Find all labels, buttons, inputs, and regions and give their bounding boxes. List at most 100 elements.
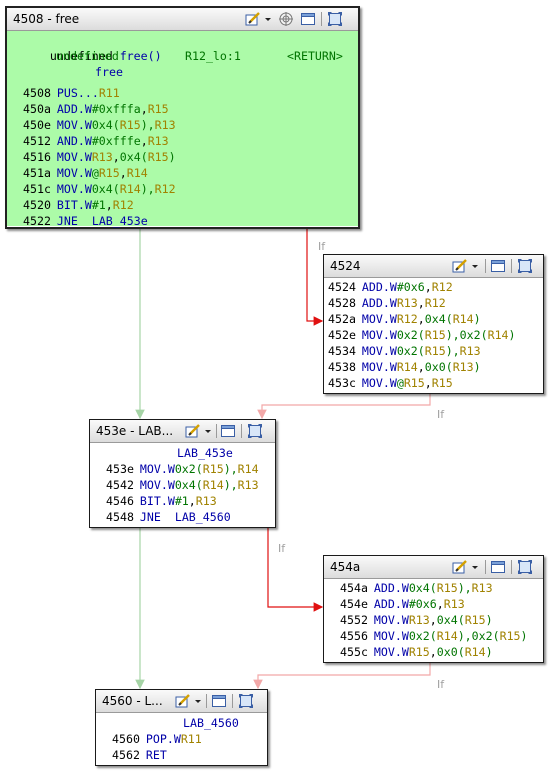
instruction-row[interactable]: 4528 ADD.WR13,R12 bbox=[328, 295, 446, 311]
block-header[interactable]: 4508 - free bbox=[7, 8, 358, 31]
operand-register[interactable]: R15 bbox=[425, 344, 446, 358]
operand-register[interactable]: R13 bbox=[92, 150, 113, 164]
operand-scalar[interactable]: 0x2( bbox=[175, 462, 203, 476]
instruction-row[interactable]: 451a MOV.W@R15,R14 bbox=[23, 165, 148, 181]
operand-scalar[interactable]: ) bbox=[486, 645, 493, 659]
operand-register[interactable]: R13 bbox=[196, 494, 217, 508]
operand-scalar[interactable]: ) bbox=[521, 629, 528, 643]
instruction-mnemonic[interactable]: ADD.W bbox=[362, 280, 397, 294]
dropdown-arrow-icon[interactable] bbox=[203, 423, 213, 439]
operand-label[interactable]: LAB_4560 bbox=[175, 510, 231, 524]
instruction-row[interactable]: 4508 PUS...R11 bbox=[23, 85, 120, 101]
operand-scalar[interactable]: ), bbox=[141, 118, 155, 132]
fullscreen-icon[interactable] bbox=[517, 559, 533, 575]
operand-register[interactable]: R14 bbox=[238, 462, 259, 476]
instruction-row[interactable]: 4512 AND.W#0xfffe,R13 bbox=[23, 133, 169, 149]
instruction-mnemonic[interactable]: MOV.W bbox=[57, 182, 92, 196]
operand-register[interactable]: R14 bbox=[120, 182, 141, 196]
operand-scalar[interactable]: ), bbox=[141, 182, 155, 196]
operand-scalar[interactable]: 0x4( bbox=[175, 478, 203, 492]
block-453e[interactable]: 453e - LAB... LAB_453e 453e MOV.W0x2(R15)… bbox=[89, 419, 276, 528]
operand-register[interactable]: R11 bbox=[181, 732, 202, 746]
block-4508[interactable]: 4508 - free undefined free() undefined R… bbox=[5, 6, 360, 229]
block-454a[interactable]: 454a 454a ADD.W0x4(R15),R13 454e ADD.W#0x6,… bbox=[323, 555, 544, 663]
instruction-mnemonic[interactable]: MOV.W bbox=[57, 150, 92, 164]
operand-register[interactable]: R13 bbox=[444, 597, 465, 611]
operand-scalar[interactable]: ), bbox=[446, 328, 460, 342]
block-label[interactable]: LAB_453e bbox=[177, 445, 233, 461]
operand-register[interactable]: R13 bbox=[460, 344, 481, 358]
operand-register[interactable]: R14 bbox=[453, 312, 474, 326]
instruction-mnemonic[interactable]: BIT.W bbox=[140, 494, 175, 508]
operand-register[interactable]: R15 bbox=[465, 613, 486, 627]
instruction-mnemonic[interactable]: MOV.W bbox=[362, 360, 397, 374]
operand-scalar[interactable]: ) bbox=[509, 328, 516, 342]
instruction-mnemonic[interactable]: MOV.W bbox=[362, 376, 397, 390]
instruction-mnemonic[interactable]: ADD.W bbox=[362, 296, 397, 310]
operand-register[interactable]: R15 bbox=[500, 629, 521, 643]
instruction-mnemonic[interactable]: MOV.W bbox=[362, 328, 397, 342]
window-icon[interactable] bbox=[300, 11, 316, 27]
instruction-row[interactable]: 454e ADD.W#0x6,R13 bbox=[340, 596, 465, 612]
operand-register[interactable]: R15 bbox=[409, 645, 430, 659]
operand-register[interactable]: R13 bbox=[409, 613, 430, 627]
operand-scalar[interactable]: #0xfffe bbox=[92, 134, 141, 148]
instruction-row[interactable]: 4538 MOV.WR14,0x0(R13) bbox=[328, 359, 481, 375]
instruction-mnemonic[interactable]: ADD.W bbox=[374, 581, 409, 595]
instruction-row[interactable]: 451c MOV.W0x4(R14),R12 bbox=[23, 181, 176, 197]
operand-register[interactable]: R15 bbox=[203, 462, 224, 476]
dropdown-arrow-icon[interactable] bbox=[263, 11, 273, 27]
operand-scalar[interactable]: #1 bbox=[92, 198, 106, 212]
operand-register[interactable]: R12 bbox=[425, 296, 446, 310]
operand-register[interactable]: R15 bbox=[437, 581, 458, 595]
operand-scalar[interactable]: 0x4( bbox=[437, 613, 465, 627]
instruction-mnemonic[interactable]: RET bbox=[146, 748, 167, 762]
instruction-row[interactable]: 4562 RET bbox=[112, 747, 167, 763]
instruction-mnemonic[interactable]: MOV.W bbox=[362, 312, 397, 326]
instruction-row[interactable]: 4556 MOV.W0x2(R14),0x2(R15) bbox=[340, 628, 528, 644]
block-header[interactable]: 4560 - L... bbox=[96, 690, 267, 713]
instruction-row[interactable]: 450a ADD.W#0xfffa,R15 bbox=[23, 101, 169, 117]
instruction-row[interactable]: 4542 MOV.W0x4(R14),R13 bbox=[106, 477, 259, 493]
instruction-row[interactable]: 452e MOV.W0x2(R15),0x2(R14) bbox=[328, 327, 516, 343]
operand-register[interactable]: R13 bbox=[148, 134, 169, 148]
instruction-mnemonic[interactable]: AND.W bbox=[57, 134, 92, 148]
fullscreen-icon[interactable] bbox=[247, 423, 263, 439]
operand-scalar[interactable]: 0x4( bbox=[120, 150, 148, 164]
operand-scalar[interactable]: ), bbox=[458, 629, 472, 643]
operand-scalar[interactable]: 0x2( bbox=[409, 629, 437, 643]
operand-scalar[interactable]: #0x6 bbox=[397, 280, 425, 294]
operand-scalar[interactable]: ) bbox=[474, 312, 481, 326]
instruction-row[interactable]: 4516 MOV.WR13,0x4(R15) bbox=[23, 149, 176, 165]
instruction-row[interactable]: 4534 MOV.W0x2(R15),R13 bbox=[328, 343, 481, 359]
instruction-mnemonic[interactable]: JNE bbox=[57, 214, 78, 228]
block-header[interactable]: 454a bbox=[324, 556, 543, 579]
instruction-row[interactable]: 452a MOV.WR12,0x4(R14) bbox=[328, 311, 481, 327]
block-label[interactable]: LAB_4560 bbox=[183, 715, 239, 731]
operand-register[interactable]: R15 bbox=[99, 166, 120, 180]
operand-register[interactable]: R14 bbox=[127, 166, 148, 180]
edit-code-icon[interactable] bbox=[245, 11, 261, 27]
dropdown-arrow-icon[interactable] bbox=[470, 258, 480, 274]
instruction-mnemonic[interactable]: MOV.W bbox=[140, 478, 175, 492]
operand-register[interactable]: R12 bbox=[155, 182, 176, 196]
operand-register[interactable]: R12 bbox=[432, 280, 453, 294]
instruction-row[interactable]: 454a ADD.W0x4(R15),R13 bbox=[340, 580, 493, 596]
instruction-mnemonic[interactable]: MOV.W bbox=[57, 166, 92, 180]
operand-scalar[interactable]: ) bbox=[169, 150, 176, 164]
operand-register[interactable]: R14 bbox=[203, 478, 224, 492]
dropdown-arrow-icon[interactable] bbox=[193, 693, 203, 709]
operand-scalar[interactable]: @ bbox=[397, 376, 404, 390]
instruction-mnemonic[interactable]: ADD.W bbox=[374, 597, 409, 611]
instruction-mnemonic[interactable]: MOV.W bbox=[374, 613, 409, 627]
edit-code-icon[interactable] bbox=[452, 559, 468, 575]
fullscreen-icon[interactable] bbox=[238, 693, 254, 709]
instruction-row[interactable]: 4548 JNE LAB_4560 bbox=[106, 509, 231, 525]
instruction-row[interactable]: 450e MOV.W0x4(R15),R13 bbox=[23, 117, 176, 133]
operand-scalar[interactable]: #1 bbox=[175, 494, 189, 508]
edit-code-icon[interactable] bbox=[185, 423, 201, 439]
instruction-row[interactable]: 455c MOV.WR15,0x0(R14) bbox=[340, 644, 493, 660]
operand-scalar[interactable]: ) bbox=[486, 613, 493, 627]
operand-register[interactable]: R15 bbox=[120, 118, 141, 132]
operand-scalar[interactable]: 0x4( bbox=[92, 118, 120, 132]
